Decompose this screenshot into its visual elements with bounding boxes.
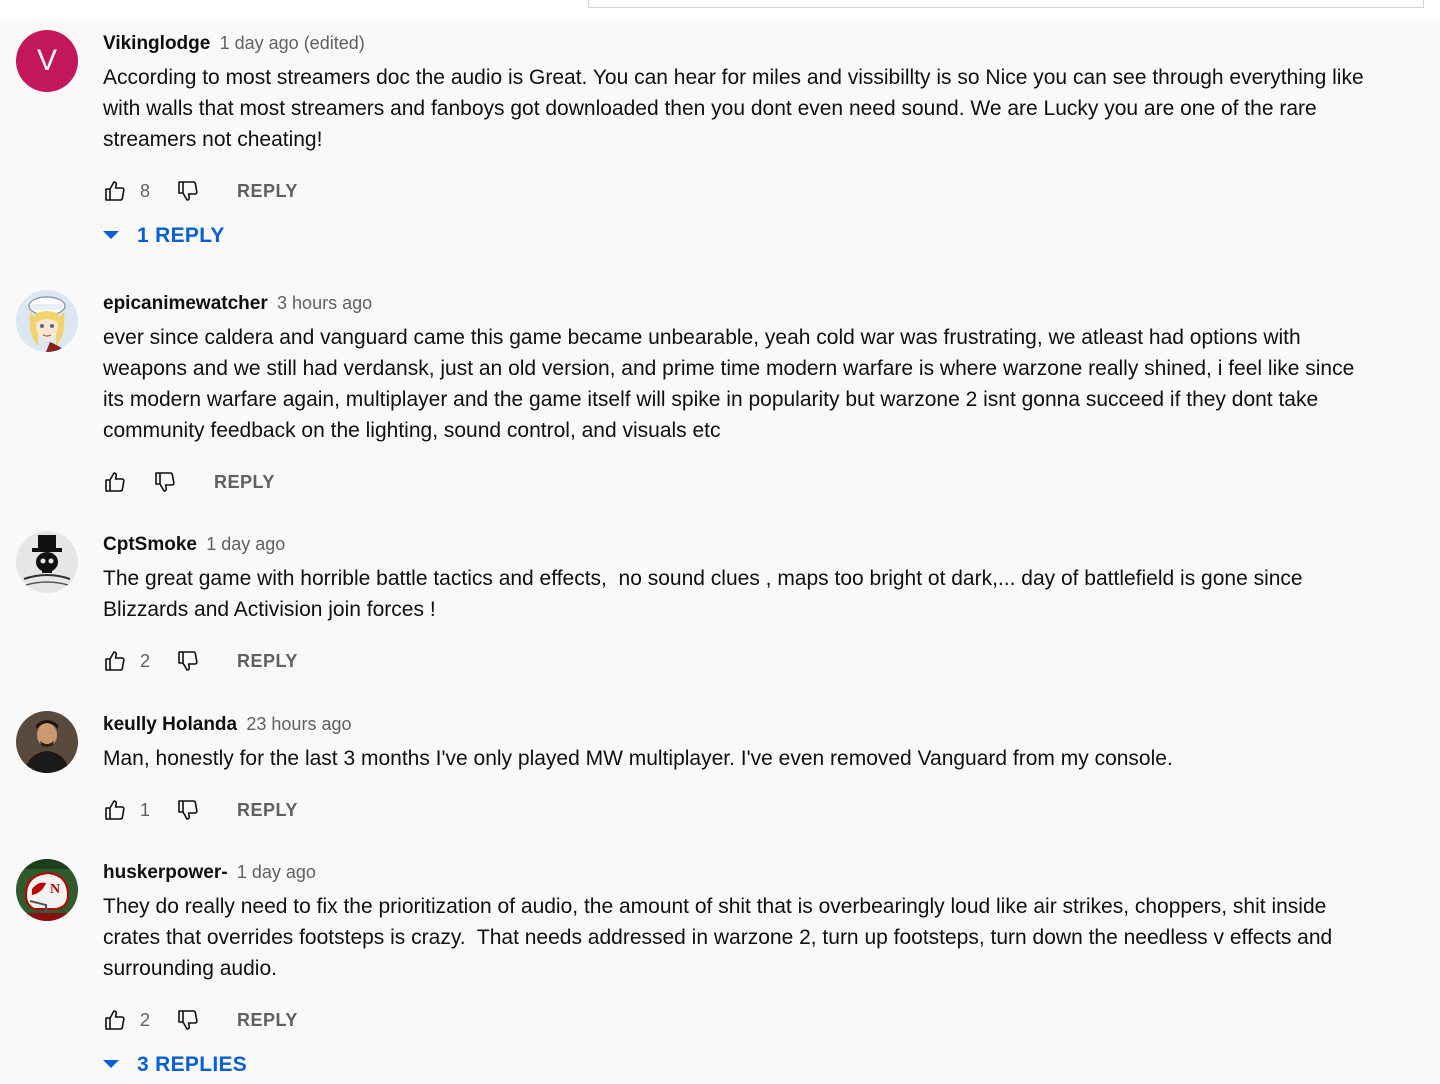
football-helmet-avatar-icon[interactable]: N — [16, 859, 78, 921]
comment-text: ever since caldera and vanguard came thi… — [103, 326, 1355, 442]
author-name[interactable]: epicanimewatcher — [103, 293, 268, 314]
comment-actions: 2 REPLY — [103, 1000, 1413, 1040]
comment-header: huskerpower- 1 day ago — [103, 859, 1413, 885]
thumbs-up-icon[interactable] — [103, 649, 127, 673]
comment-time[interactable]: 3 hours ago — [277, 293, 372, 313]
comment-header: Vikinglodge 1 day ago (edited) — [103, 30, 1413, 56]
person-photo-avatar-icon[interactable] — [16, 711, 78, 773]
like-count: 1 — [140, 800, 151, 820]
comment-header: CptSmoke 1 day ago — [103, 531, 1413, 557]
svg-text:N: N — [50, 882, 60, 897]
caret-down-icon — [103, 1060, 119, 1068]
thumbs-down-icon[interactable] — [153, 470, 177, 494]
like-count: 8 — [140, 181, 151, 201]
anime-character-avatar-icon[interactable] — [16, 290, 78, 352]
comment-time[interactable]: 1 day ago (edited) — [220, 33, 365, 53]
author-name[interactable]: CptSmoke — [103, 534, 197, 555]
thumbs-up-icon[interactable] — [103, 798, 127, 822]
author-name[interactable]: huskerpower- — [103, 862, 228, 883]
comment-text: According to most streamers doc the audi… — [103, 66, 1364, 151]
comment-actions: REPLY — [103, 462, 1413, 502]
reply-button[interactable]: REPLY — [237, 179, 298, 203]
view-replies-button[interactable]: 3 REPLIES — [103, 1050, 1413, 1084]
replies-label: 3 REPLIES — [137, 1053, 248, 1076]
author-name[interactable]: Vikinglodge — [103, 33, 210, 54]
comment-text: The great game with horrible battle tact… — [103, 567, 1303, 621]
reply-button[interactable]: REPLY — [237, 1008, 298, 1032]
like-count: 2 — [140, 651, 151, 671]
thumbs-up-icon[interactable] — [103, 470, 127, 494]
comment-text: They do really need to fix the prioritiz… — [103, 895, 1333, 980]
thumbs-down-icon[interactable] — [176, 1008, 200, 1032]
thumbs-down-icon[interactable] — [176, 649, 200, 673]
reply-button[interactable]: REPLY — [214, 470, 275, 494]
comment-time[interactable]: 1 day ago — [206, 534, 285, 554]
like-count: 2 — [140, 1010, 151, 1030]
comment-header: keully Holanda 23 hours ago — [103, 711, 1413, 737]
thumbs-up-icon[interactable] — [103, 1008, 127, 1032]
comment-actions: 2 REPLY — [103, 641, 1413, 681]
comment-actions: 1 REPLY — [103, 790, 1413, 830]
thumbs-up-icon[interactable] — [103, 179, 127, 203]
comment-actions: 8 REPLY — [103, 171, 1413, 211]
reply-button[interactable]: REPLY — [237, 649, 298, 673]
view-replies-button[interactable]: 1 REPLY — [103, 221, 1413, 255]
skull-top-hat-avatar-icon[interactable] — [16, 531, 78, 593]
avatar[interactable]: V — [16, 30, 78, 92]
replies-label: 1 REPLY — [137, 224, 225, 247]
caret-down-icon — [103, 231, 119, 239]
comment-time[interactable]: 1 day ago — [237, 862, 316, 882]
thumbs-down-icon[interactable] — [176, 179, 200, 203]
comments-section: V Vikinglodge 1 day ago (edited) Accordi… — [0, 0, 1440, 1080]
comment-header: epicanimewatcher 3 hours ago — [103, 290, 1413, 316]
reply-button[interactable]: REPLY — [237, 798, 298, 822]
comment-text: Man, honestly for the last 3 months I've… — [103, 747, 1173, 770]
author-name[interactable]: keully Holanda — [103, 714, 237, 735]
comment-time[interactable]: 23 hours ago — [246, 714, 351, 734]
thumbs-down-icon[interactable] — [176, 798, 200, 822]
